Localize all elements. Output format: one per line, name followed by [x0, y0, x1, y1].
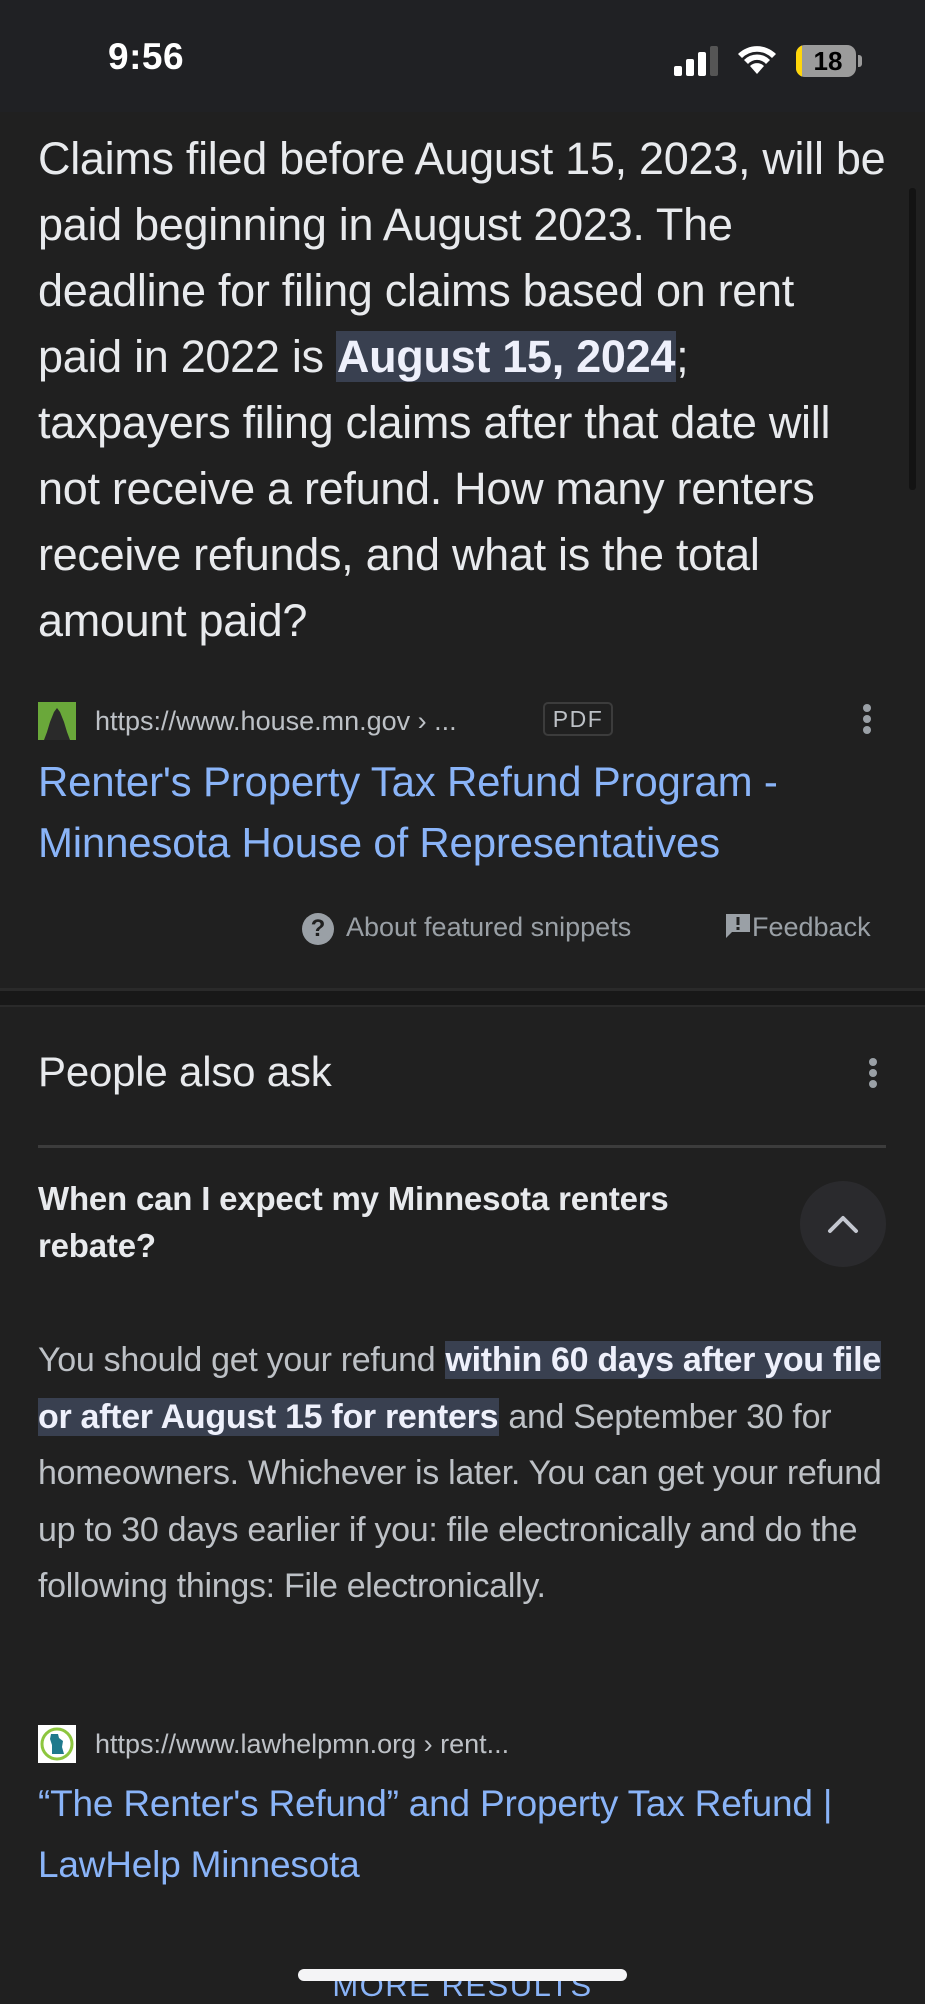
snippet-source-url[interactable]: https://www.house.mn.gov › ...	[95, 706, 457, 737]
paa-result-title-line-1[interactable]: “The Renter's Refund” and Property Tax R…	[38, 1773, 898, 1834]
about-featured-snippets-label: About featured snippets	[346, 912, 632, 942]
people-also-ask-title: People also ask	[38, 1048, 332, 1095]
feedback-label: Feedback	[752, 912, 871, 942]
page-scrollbar[interactable]	[909, 188, 916, 490]
paa-answer: You should get your refund within 60 day…	[38, 1332, 898, 1615]
section-divider-bottom	[0, 1005, 925, 1007]
snippet-result-title-line-1[interactable]: Renter's Property Tax Refund Program -	[38, 751, 898, 812]
more-vert-icon[interactable]	[866, 1058, 878, 1092]
battery-nub	[858, 55, 862, 67]
status-time: 9:56	[108, 36, 185, 77]
paa-result-title-line-2[interactable]: LawHelp Minnesota	[38, 1834, 898, 1895]
paa-divider	[38, 1145, 886, 1148]
paa-source-url[interactable]: https://www.lawhelpmn.org › rent...	[95, 1729, 509, 1760]
help-circle-icon: ?	[302, 912, 334, 945]
more-vert-icon[interactable]	[860, 704, 872, 738]
snippet-source-row[interactable]: https://www.house.mn.gov › ... PDF	[38, 700, 890, 740]
lawhelp-mn-icon	[38, 1725, 76, 1763]
about-featured-snippets-link[interactable]: ? About featured snippets	[302, 912, 631, 952]
mn-house-capitol-icon	[38, 702, 76, 740]
answer-text-before: You should get your refund	[38, 1341, 445, 1379]
snippet-highlight: August 15, 2024	[335, 331, 677, 382]
status-bar: 9:56 18	[0, 0, 925, 112]
feedback-icon	[726, 913, 750, 938]
feedback-link[interactable]: Feedback	[724, 912, 871, 952]
chevron-up-icon	[828, 1216, 858, 1233]
paa-question[interactable]: When can I expect my Minnesota renters r…	[38, 1175, 778, 1269]
section-divider	[0, 991, 925, 1005]
pdf-badge: PDF	[543, 702, 613, 736]
snippet-result-title-line-2[interactable]: Minnesota House of Representatives	[38, 812, 898, 873]
collapse-question-button[interactable]	[800, 1181, 886, 1267]
home-indicator[interactable]	[298, 1969, 627, 1981]
cellular-signal-icon	[674, 46, 718, 76]
paa-source-row[interactable]: https://www.lawhelpmn.org › rent...	[38, 1723, 890, 1763]
battery-percent: 18	[813, 46, 843, 76]
battery-icon: 18	[796, 45, 856, 77]
wifi-icon	[738, 46, 776, 74]
featured-snippet-text: Claims filed before August 15, 2023, wil…	[38, 126, 890, 654]
